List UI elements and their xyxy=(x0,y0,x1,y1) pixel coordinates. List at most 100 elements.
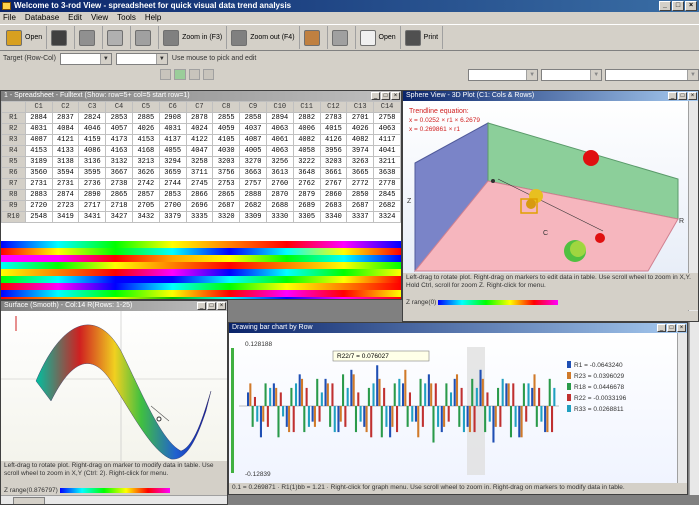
bar-1-21[interactable] xyxy=(520,406,523,438)
tool-button-1[interactable] xyxy=(160,69,172,80)
table-cell[interactable]: 3337 xyxy=(346,211,375,223)
table-cell[interactable]: 2767 xyxy=(319,178,348,190)
table-cell[interactable]: 2758 xyxy=(373,112,401,124)
table-cell[interactable]: 3203 xyxy=(319,156,348,168)
bar-3-19[interactable] xyxy=(499,406,502,427)
toolbar-button-globe[interactable] xyxy=(103,26,132,49)
table-cell[interactable]: 2888 xyxy=(239,189,267,201)
bar-3-23[interactable] xyxy=(551,406,554,433)
menu-file[interactable]: File xyxy=(3,12,16,24)
table-cell[interactable]: 3379 xyxy=(158,211,187,223)
bar-4-12[interactable] xyxy=(411,406,414,422)
table-cell[interactable]: 3431 xyxy=(78,211,107,223)
bar-0-6[interactable] xyxy=(324,378,327,406)
surface-hscroll[interactable] xyxy=(1,495,227,504)
table-cell[interactable]: 2878 xyxy=(185,112,214,124)
bar-0-0[interactable] xyxy=(247,392,250,406)
bar-1-7[interactable] xyxy=(339,406,342,422)
table-cell[interactable]: 4133 xyxy=(51,145,80,157)
table-cell[interactable]: 2894 xyxy=(265,112,294,124)
bar-4-14[interactable] xyxy=(437,406,440,427)
table-cell[interactable]: 2683 xyxy=(319,200,348,212)
data-sphere-5[interactable] xyxy=(570,241,586,257)
table-cell[interactable]: 2860 xyxy=(319,189,348,201)
table-cell[interactable]: 3638 xyxy=(373,167,401,179)
spreadsheet-maximize[interactable]: □ xyxy=(381,92,390,100)
surface-plot[interactable] xyxy=(1,311,228,461)
table-cell[interactable]: 3595 xyxy=(78,167,107,179)
bar-4-0[interactable] xyxy=(256,406,259,422)
surface-mesh[interactable] xyxy=(35,324,212,460)
table-cell[interactable]: 2850 xyxy=(346,189,375,201)
table-cell[interactable]: 2700 xyxy=(158,200,187,212)
bar-1-18[interactable] xyxy=(481,378,484,406)
bar-1-2[interactable] xyxy=(275,387,278,406)
table-cell[interactable]: 2723 xyxy=(51,200,80,212)
table-cell[interactable]: 2882 xyxy=(292,112,321,124)
table-cell[interactable]: 4117 xyxy=(373,134,401,146)
scatter3d-minimize[interactable]: _ xyxy=(668,92,677,100)
bar-0-14[interactable] xyxy=(427,374,430,406)
table-cell[interactable]: 4121 xyxy=(51,134,80,146)
table-cell[interactable]: 3320 xyxy=(212,211,241,223)
toolbar-button-binoculars[interactable] xyxy=(47,26,76,49)
table-cell[interactable]: 3419 xyxy=(51,211,80,223)
maximize-button[interactable]: □ xyxy=(672,1,684,11)
table-cell[interactable]: 2874 xyxy=(51,189,80,201)
bar-3-1[interactable] xyxy=(266,406,269,427)
table-cell[interactable]: 3309 xyxy=(239,211,267,223)
table-cell[interactable]: 3626 xyxy=(131,167,160,179)
row-header[interactable]: R8 xyxy=(1,189,26,201)
table-cell[interactable]: 4031 xyxy=(158,123,187,135)
series-combo-3[interactable] xyxy=(605,68,699,81)
column-header[interactable]: C1 xyxy=(24,101,53,113)
table-cell[interactable]: 3211 xyxy=(373,156,401,168)
table-cell[interactable]: 2778 xyxy=(373,178,401,190)
bar-0-10[interactable] xyxy=(376,365,379,406)
table-cell[interactable]: 2736 xyxy=(78,178,107,190)
corner-cell[interactable] xyxy=(1,101,26,113)
bar-2-19[interactable] xyxy=(497,387,500,406)
bar-1-22[interactable] xyxy=(533,374,536,406)
bar-1-17[interactable] xyxy=(468,406,471,433)
bar-4-2[interactable] xyxy=(282,406,285,417)
toolbar-button-document[interactable]: Open xyxy=(356,26,401,49)
bar-2-18[interactable] xyxy=(484,406,487,433)
bar-3-9[interactable] xyxy=(370,406,373,438)
bar-3-2[interactable] xyxy=(279,392,282,406)
column-header[interactable]: C4 xyxy=(105,101,133,113)
spreadsheet-window-title[interactable]: 1 - Spreadsheet - Fulltext (Show: row=5+… xyxy=(1,91,401,101)
bar-1-23[interactable] xyxy=(546,406,549,433)
table-cell[interactable]: 3132 xyxy=(105,156,133,168)
toolbar-button-car[interactable] xyxy=(328,26,356,49)
bar-0-18[interactable] xyxy=(479,369,482,406)
table-cell[interactable]: 4026 xyxy=(131,123,160,135)
tool-button-4[interactable] xyxy=(203,69,215,80)
table-cell[interactable]: 3222 xyxy=(292,156,321,168)
bar-4-10[interactable] xyxy=(385,406,388,427)
table-cell[interactable]: 3756 xyxy=(212,167,241,179)
bar-1-11[interactable] xyxy=(391,406,394,427)
table-cell[interactable]: 2866 xyxy=(185,189,214,201)
table-cell[interactable]: 2717 xyxy=(78,200,107,212)
table-cell[interactable]: 2701 xyxy=(346,112,375,124)
toolbar-button-folder[interactable]: Open xyxy=(2,26,48,49)
table-cell[interactable]: 3256 xyxy=(265,156,294,168)
table-cell[interactable]: 3613 xyxy=(265,167,294,179)
bar-3-22[interactable] xyxy=(538,387,541,406)
table-cell[interactable]: 2718 xyxy=(105,200,133,212)
surface-maximize[interactable]: □ xyxy=(207,302,216,310)
bar-1-3[interactable] xyxy=(288,406,291,433)
table-cell[interactable]: 2687 xyxy=(346,200,375,212)
bar-3-7[interactable] xyxy=(344,406,347,427)
bar-1-5[interactable] xyxy=(313,406,316,427)
column-header[interactable]: C3 xyxy=(78,101,107,113)
barchart-maximize[interactable]: □ xyxy=(667,324,676,332)
table-cell[interactable]: 4063 xyxy=(265,123,294,135)
table-cell[interactable]: 3665 xyxy=(346,167,375,179)
bar-0-2[interactable] xyxy=(272,383,275,406)
table-cell[interactable]: 3711 xyxy=(185,167,214,179)
bar-4-17[interactable] xyxy=(475,387,478,406)
column-header[interactable]: C6 xyxy=(158,101,187,113)
series-combo-2[interactable] xyxy=(541,68,603,81)
